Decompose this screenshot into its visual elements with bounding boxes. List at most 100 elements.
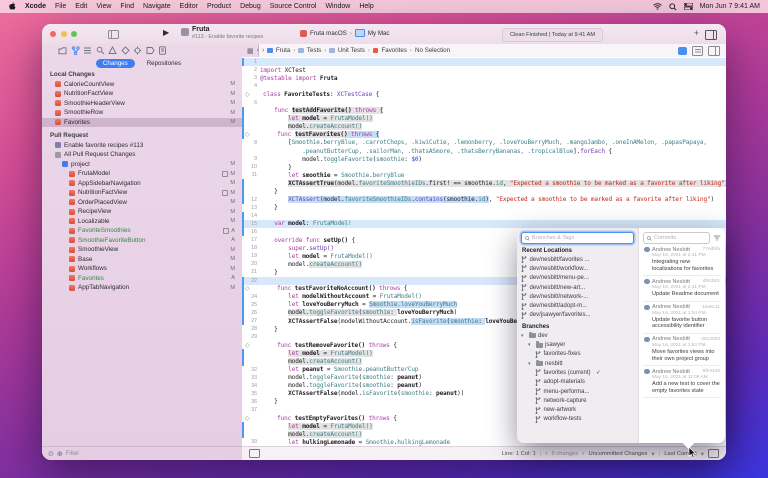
menu-clock[interactable]: Mon Jun 7 9:41 AM xyxy=(700,3,760,10)
recent-location-item[interactable]: dev/nesbitt/new-art... xyxy=(521,283,634,292)
control-center-icon[interactable] xyxy=(684,3,693,10)
sidebar-item[interactable]: RecipeViewM xyxy=(42,207,242,217)
source-control-navigator-icon[interactable] xyxy=(71,46,80,55)
menu-item[interactable]: Debug xyxy=(240,3,261,10)
menu-item[interactable]: Editor xyxy=(180,3,198,10)
menu-item[interactable]: Navigate xyxy=(143,3,171,10)
sidebar-item[interactable]: AppSidebarNavigationM xyxy=(42,179,242,189)
minimap-button[interactable] xyxy=(692,46,703,56)
sidebar-item[interactable]: NutritionFactViewM xyxy=(42,188,242,198)
menu-item[interactable]: Window xyxy=(325,3,350,10)
branch-group[interactable]: ▾jsawyer xyxy=(521,340,634,349)
branch-item[interactable]: favorites-fixes xyxy=(521,350,634,359)
staged-checkbox[interactable] xyxy=(222,190,229,197)
breadcrumb-item[interactable]: Tests xyxy=(307,47,321,54)
branch-item[interactable]: menu-performa... xyxy=(521,387,634,396)
sidebar-item[interactable]: CalorieCountViewM xyxy=(42,80,242,90)
recent-location-item[interactable]: dev/nesbitt/adopt-m... xyxy=(521,301,634,310)
sidebar-item[interactable]: SmoothieViewM xyxy=(42,245,242,255)
back-button[interactable]: ‹ xyxy=(257,47,259,54)
test-navigator-icon[interactable] xyxy=(121,46,130,55)
run-destination[interactable]: My Mac xyxy=(368,30,390,37)
sidebar-item[interactable]: FavoritesA xyxy=(42,274,242,284)
add-editor-button[interactable] xyxy=(708,46,720,56)
sidebar-item[interactable]: OrderPlacedViewM xyxy=(42,198,242,208)
last-commit-chevron-icon[interactable]: ▾ xyxy=(701,450,704,458)
navigator-toggle-icon[interactable] xyxy=(108,30,119,39)
test-diamond-icon[interactable]: ◇ xyxy=(242,285,263,292)
project-navigator-icon[interactable] xyxy=(58,46,67,55)
adjust-editor-icon[interactable] xyxy=(249,449,260,458)
issue-navigator-icon[interactable] xyxy=(108,46,117,55)
staged-checkbox[interactable] xyxy=(223,228,230,235)
recent-location-item[interactable]: dev/jsawyer/favorites... xyxy=(521,311,634,320)
sidebar-item[interactable]: BaseM xyxy=(42,255,242,265)
sidebar-item[interactable]: projectM xyxy=(42,160,242,170)
commit-item[interactable]: Andrew Nesbitt4ea5c11May 16, 2021 at 1:5… xyxy=(643,302,721,334)
menu-item[interactable]: View xyxy=(96,3,111,10)
commit-item[interactable]: Andrew Nesbitt9fe4436May 15, 2021 at 11:… xyxy=(643,366,721,398)
staged-checkbox[interactable] xyxy=(222,171,229,178)
scheme-selector[interactable]: Fruta macOS › My Mac xyxy=(300,29,390,37)
run-button[interactable]: ▶ xyxy=(163,28,169,37)
apple-logo-icon[interactable] xyxy=(8,2,16,11)
close-button[interactable] xyxy=(50,31,56,37)
editor-layout-button[interactable] xyxy=(705,30,717,40)
sidebar-item[interactable]: SmoothieFavoriteButtonA xyxy=(42,236,242,246)
code-review-button[interactable] xyxy=(678,47,687,55)
zoom-button[interactable] xyxy=(71,31,77,37)
sidebar-item[interactable]: FrutaModelM xyxy=(42,169,242,179)
commit-search-field[interactable]: Commits xyxy=(643,232,710,244)
menu-item[interactable]: Find xyxy=(120,3,134,10)
uncommitted-changes-selector[interactable]: Uncommitted Changes xyxy=(588,451,647,457)
sidebar-item[interactable]: NutritionFactViewM xyxy=(42,89,242,99)
symbol-navigator-icon[interactable] xyxy=(83,46,92,55)
add-tab-button[interactable]: + xyxy=(694,28,699,38)
display-icon[interactable] xyxy=(708,449,719,458)
sidebar-item[interactable]: Enable favorite recipes #113 xyxy=(42,141,242,151)
activity-status[interactable]: Clean Finished | Today at 9:41 AM xyxy=(502,28,603,42)
menu-item[interactable]: Source Control xyxy=(270,3,317,10)
test-diamond-icon[interactable]: ◇ xyxy=(242,131,263,138)
breadcrumb-item[interactable]: No Selection xyxy=(415,47,450,54)
sidebar-item[interactable]: FavoriteSmoothiesA xyxy=(42,226,242,236)
sidebar-item[interactable]: WorkflowsM xyxy=(42,264,242,274)
sidebar-item[interactable]: AppTabNavigationM xyxy=(42,283,242,293)
menu-xcode[interactable]: Xcode xyxy=(25,3,46,10)
sidebar-item[interactable]: FavoritesM xyxy=(42,118,242,128)
breadcrumb-item[interactable]: Fruta xyxy=(276,47,290,54)
sidebar-item[interactable]: All Pull Request Changes xyxy=(42,150,242,160)
menu-item[interactable]: File xyxy=(55,3,66,10)
tab-repositories[interactable]: Repositories xyxy=(140,59,188,68)
recent-location-item[interactable]: dev/nesbitt/favorites ... xyxy=(521,255,634,264)
recent-location-item[interactable]: dev/nesbitt/network-... xyxy=(521,292,634,301)
tab-changes[interactable]: Changes xyxy=(96,59,135,68)
menu-item[interactable]: Edit xyxy=(75,3,87,10)
branch-item[interactable]: adopt-materials xyxy=(521,378,634,387)
wifi-icon[interactable] xyxy=(653,3,662,10)
menu-item[interactable]: Help xyxy=(359,3,373,10)
next-change-button[interactable]: › xyxy=(582,450,584,457)
sidebar-item[interactable]: SmoothieHeaderViewM xyxy=(42,99,242,109)
commit-item[interactable]: Andrew Nesbittdf91b01May 16, 2021 at 2:4… xyxy=(643,276,721,302)
test-diamond-icon[interactable]: ◇ xyxy=(242,342,263,349)
disclosure-triangle-icon[interactable]: ▾ xyxy=(521,333,526,339)
branch-item[interactable]: new-artwork xyxy=(521,405,634,414)
forward-button[interactable]: › xyxy=(262,47,264,54)
commit-item[interactable]: Andrew Nesbitt77edbfaMay 16, 2021 at 2:4… xyxy=(643,244,721,276)
prev-change-button[interactable]: ‹ xyxy=(545,450,547,457)
spotlight-search-icon[interactable] xyxy=(669,3,677,11)
breakpoint-navigator-icon[interactable] xyxy=(146,46,155,55)
branch-item[interactable]: favorites (current)✓ xyxy=(521,368,634,377)
commit-item[interactable]: Andrew Nesbitt0813583May 16, 2021 at 1:5… xyxy=(643,334,721,366)
branch-item[interactable]: workflow-tests xyxy=(521,415,634,424)
window-title-bar[interactable]: ▶ Fruta #113 - Enable favorite recipes F… xyxy=(42,24,726,45)
sidebar-item[interactable]: LocalizableM xyxy=(42,217,242,227)
report-navigator-icon[interactable] xyxy=(158,46,167,55)
related-items-icon[interactable]: ▦ xyxy=(247,47,254,55)
disclosure-triangle-icon[interactable]: ▾ xyxy=(528,361,533,367)
branch-item[interactable]: network-capture xyxy=(521,396,634,405)
breadcrumb-item[interactable]: Unit Tests xyxy=(338,47,365,54)
minimize-button[interactable] xyxy=(61,31,67,37)
test-diamond-icon[interactable]: ◇ xyxy=(242,91,263,98)
